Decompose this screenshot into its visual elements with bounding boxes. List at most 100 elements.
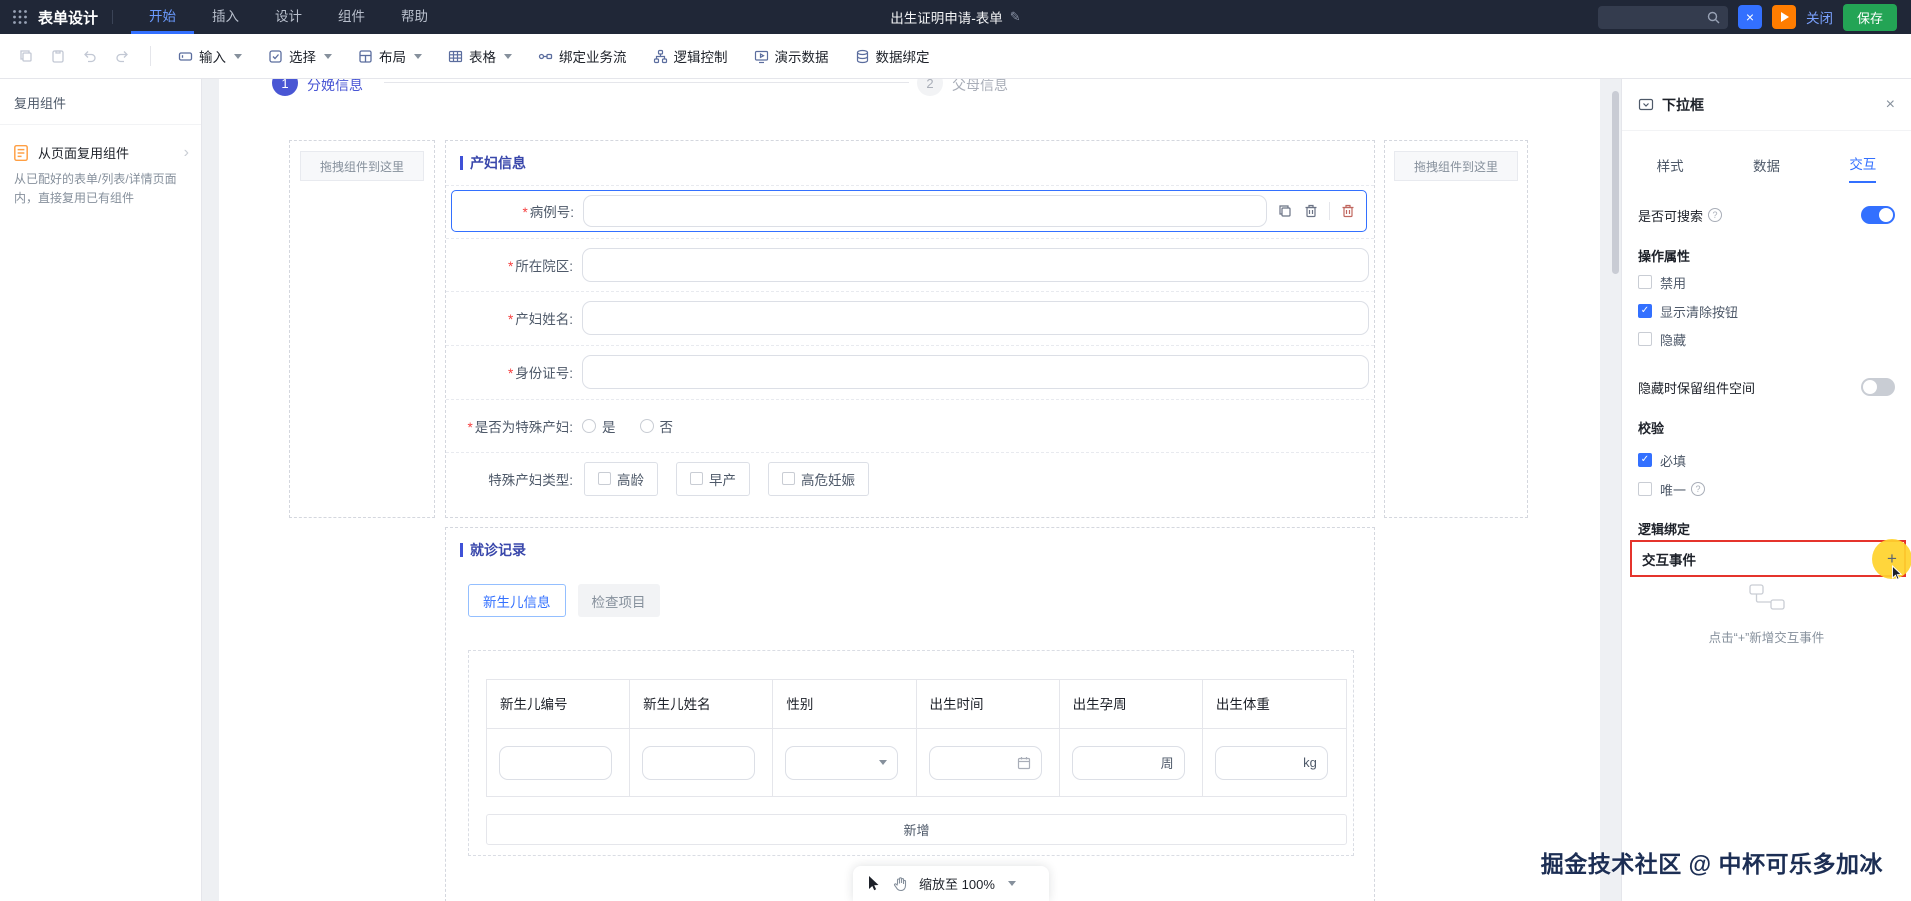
- tab-newborn-info[interactable]: 新生儿信息: [468, 584, 566, 617]
- id-number-input[interactable]: [582, 354, 1369, 389]
- delete-icon[interactable]: [1303, 203, 1319, 219]
- tab-data[interactable]: 数据: [1718, 137, 1814, 183]
- undo-icon[interactable]: [78, 44, 102, 68]
- watermark-text: 掘金技术社区 @ 中杯可乐多加冰: [1540, 851, 1883, 877]
- redo-icon[interactable]: [110, 44, 134, 68]
- step-2-label: 父母信息: [952, 79, 1008, 93]
- menu-item-start[interactable]: 开始: [131, 0, 194, 34]
- chevron-down-icon: [234, 53, 242, 59]
- toolbar-bind-workflow[interactable]: 绑定业务流: [525, 40, 640, 72]
- reuse-component-card[interactable]: 从页面复用组件: [12, 143, 189, 162]
- toolbar-demo-data[interactable]: 演示数据: [741, 40, 842, 72]
- chevron-down-icon[interactable]: [1007, 881, 1016, 886]
- tab-check-items[interactable]: 检查项目: [577, 584, 660, 617]
- pointer-cursor-icon[interactable]: [866, 875, 881, 892]
- clear-button[interactable]: [1737, 5, 1762, 29]
- checkbox-row-unique[interactable]: 唯一 ?: [1622, 479, 1911, 499]
- menu-item-design[interactable]: 设计: [257, 0, 320, 34]
- checkbox-row-show-clear[interactable]: 显示清除按钮: [1622, 301, 1911, 321]
- add-row-button[interactable]: 新增: [486, 814, 1347, 845]
- document-icon: [12, 144, 30, 162]
- radio-yes[interactable]: [582, 418, 596, 433]
- empty-events-icon: [1622, 584, 1911, 610]
- search-box[interactable]: [1597, 5, 1728, 29]
- checkbox-high-risk[interactable]: 高危妊娠: [768, 461, 869, 496]
- help-icon[interactable]: ?: [1691, 482, 1706, 496]
- close-button[interactable]: 关闭: [1806, 7, 1833, 27]
- checkbox-row-required[interactable]: 必填: [1622, 450, 1911, 470]
- checkbox[interactable]: [782, 472, 795, 485]
- checkbox-checked[interactable]: [1638, 453, 1652, 467]
- paste-icon[interactable]: [46, 44, 70, 68]
- menu-item-component[interactable]: 组件: [320, 0, 383, 34]
- required-mark: *: [467, 419, 473, 435]
- dropzone-right[interactable]: 拖拽组件到这里: [1384, 140, 1528, 518]
- chevron-down-icon: [879, 760, 888, 765]
- gestational-week-input[interactable]: 周: [1071, 745, 1185, 780]
- col-birth-time: 出生时间: [916, 680, 1060, 729]
- title-accent-bar: [460, 156, 463, 170]
- topbar: 表单设计 开始 插入 设计 组件 帮助 出生证明申请-表单 ✎ × 关闭 保存: [0, 0, 1911, 34]
- step-1-circle[interactable]: 1: [272, 79, 298, 96]
- keep-space-toggle[interactable]: [1861, 378, 1895, 396]
- field-case-number-selected[interactable]: * 病例号:: [451, 190, 1367, 232]
- checkbox-advanced-age[interactable]: 高龄: [584, 461, 658, 496]
- edit-title-icon[interactable]: [1010, 9, 1021, 25]
- save-button[interactable]: 保存: [1842, 3, 1897, 31]
- birth-time-datepicker[interactable]: [928, 745, 1042, 780]
- toolbar-layout-dropdown[interactable]: 布局: [345, 40, 435, 72]
- zoom-label: 缩放至 100%: [919, 877, 995, 892]
- toolbar-input-dropdown[interactable]: 输入: [165, 40, 255, 72]
- hand-pan-icon[interactable]: [892, 876, 908, 892]
- help-icon[interactable]: ?: [1708, 208, 1723, 222]
- app-launcher-grid-icon[interactable]: [12, 9, 28, 25]
- toolbar-table-dropdown[interactable]: 表格: [435, 40, 525, 72]
- remove-component-icon[interactable]: [1340, 203, 1356, 219]
- tab-interaction[interactable]: 交互: [1815, 137, 1911, 183]
- toolbar-logic-control[interactable]: 逻辑控制: [640, 40, 741, 72]
- checkbox[interactable]: [690, 472, 703, 485]
- copy-icon[interactable]: [14, 44, 38, 68]
- menu-item-help[interactable]: 帮助: [383, 0, 446, 34]
- checkbox-premature[interactable]: 早产: [676, 461, 750, 496]
- menu-item-insert[interactable]: 插入: [194, 0, 257, 34]
- canvas-scrollbar[interactable]: [1612, 91, 1619, 274]
- checkbox[interactable]: [1638, 482, 1652, 496]
- toolbar-data-binding[interactable]: 数据绑定: [842, 40, 943, 72]
- gender-select[interactable]: [785, 745, 899, 780]
- birth-weight-input[interactable]: kg: [1214, 745, 1328, 780]
- radio-no[interactable]: [639, 418, 654, 433]
- maternal-name-input[interactable]: [582, 300, 1369, 335]
- tab-style[interactable]: 样式: [1622, 137, 1718, 183]
- panel-header: 下拉框: [1622, 79, 1911, 131]
- operation-section: 操作属性: [1638, 248, 1691, 264]
- close-panel-icon[interactable]: [1886, 96, 1895, 114]
- field-label: * 产妇姓名:: [507, 311, 573, 327]
- input-field-icon: [178, 49, 193, 64]
- case-number-input[interactable]: [583, 195, 1267, 227]
- field-label: * 身份证号:: [507, 365, 573, 381]
- checkbox-row-hidden[interactable]: 隐藏: [1622, 329, 1911, 349]
- checkbox[interactable]: [1638, 275, 1652, 289]
- newborn-name-input[interactable]: [642, 745, 756, 780]
- checkbox-checked[interactable]: [1638, 304, 1652, 318]
- newborn-number-input[interactable]: [499, 745, 612, 780]
- step-2-circle[interactable]: 2: [917, 79, 943, 96]
- demo-play-icon: [754, 49, 769, 64]
- hospital-area-input[interactable]: [582, 247, 1369, 282]
- checkbox[interactable]: [598, 472, 611, 485]
- component-sidebar: 复用组件 从页面复用组件 从已配好的表单/列表/详情页面内，直接复用已有组件: [0, 79, 202, 901]
- checkbox[interactable]: [1638, 332, 1652, 346]
- checkbox-row-disable[interactable]: 禁用: [1622, 272, 1911, 292]
- dropzone-hint: 拖拽组件到这里: [300, 151, 424, 181]
- table-header-row: 新生儿编号 新生儿姓名 性别 出生时间 出生孕周 出生体重: [487, 680, 1346, 729]
- properties-panel: 下拉框 样式 数据 交互 是否可搜索 ? 操作属性 禁用 显示清除按钮 隐藏: [1621, 79, 1911, 901]
- search-input[interactable]: [1605, 10, 1707, 24]
- searchable-toggle[interactable]: [1861, 206, 1895, 224]
- preview-run-button[interactable]: [1771, 5, 1796, 29]
- duplicate-icon[interactable]: [1277, 203, 1293, 219]
- dropzone-left[interactable]: 拖拽组件到这里: [289, 140, 435, 518]
- toolbar-select-dropdown[interactable]: 选择: [255, 40, 345, 72]
- zoom-toolbar: 缩放至 100%: [853, 866, 1049, 901]
- col-gestational-week: 出生孕周: [1059, 680, 1203, 729]
